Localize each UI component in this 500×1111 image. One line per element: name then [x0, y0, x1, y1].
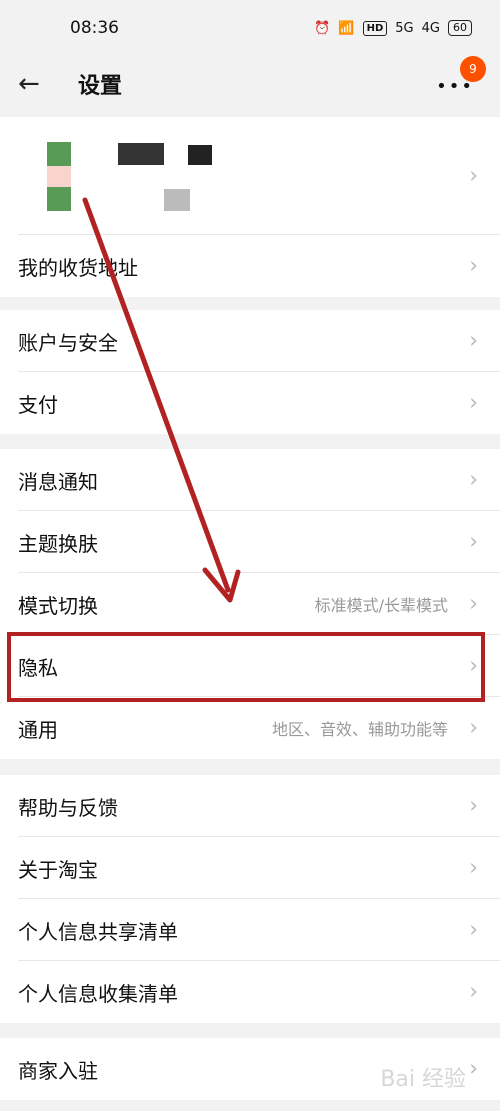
- mode-switch-row[interactable]: 模式切换 标准模式/长辈模式 ›: [0, 573, 500, 635]
- row-label: 我的收货地址: [18, 255, 138, 280]
- chevron-right-icon: ›: [469, 793, 478, 819]
- signal-icon-4g: 4G: [421, 20, 440, 36]
- address-row[interactable]: 我的收货地址 ›: [0, 235, 500, 297]
- user-name-redacted: [118, 143, 164, 165]
- avatar: [47, 166, 71, 187]
- chevron-right-icon: ›: [469, 529, 478, 555]
- row-value: 地区、音效、辅助功能等: [271, 720, 448, 739]
- about-row[interactable]: 关于淘宝 ›: [0, 837, 500, 899]
- battery-icon: 60: [448, 20, 472, 36]
- avatar: [47, 142, 71, 166]
- chevron-right-icon: ›: [469, 917, 478, 943]
- row-label: 主题换肤: [18, 531, 98, 556]
- page-title: 设置: [78, 74, 123, 99]
- profile-row[interactable]: ›: [0, 117, 500, 235]
- row-label: 支付: [18, 392, 58, 417]
- chevron-right-icon: ›: [469, 855, 478, 881]
- notification-badge: 9: [460, 56, 486, 82]
- section-account: 账户与安全 › 支付 ›: [0, 310, 500, 434]
- app-header: ← 设置 ••• 9: [0, 56, 500, 112]
- watermark-logo: Bai 经验: [380, 1067, 466, 1092]
- row-label: 商家入驻: [18, 1058, 98, 1083]
- chevron-right-icon: ›: [469, 163, 478, 189]
- share-list-row[interactable]: 个人信息共享清单 ›: [0, 899, 500, 961]
- row-label: 隐私: [18, 655, 58, 680]
- chevron-right-icon: ›: [469, 253, 478, 279]
- row-value: 标准模式/长辈模式: [314, 596, 448, 615]
- payment-row[interactable]: 支付 ›: [0, 372, 500, 434]
- general-row[interactable]: 通用 地区、音效、辅助功能等 ›: [0, 697, 500, 759]
- row-label: 个人信息共享清单: [18, 919, 178, 944]
- avatar: [47, 187, 71, 211]
- wifi-icon: 📶: [338, 20, 355, 36]
- user-name-redacted: [188, 145, 212, 165]
- chevron-right-icon: ›: [469, 390, 478, 416]
- row-label: 个人信息收集清单: [18, 981, 178, 1006]
- theme-row[interactable]: 主题换肤 ›: [0, 511, 500, 573]
- section-profile: › 我的收货地址 ›: [0, 117, 500, 297]
- chevron-right-icon: ›: [469, 1056, 478, 1082]
- hd-icon: HD: [362, 20, 388, 36]
- row-label: 模式切换: [18, 593, 98, 618]
- chevron-right-icon: ›: [469, 979, 478, 1005]
- user-id-redacted: [164, 189, 190, 211]
- chevron-right-icon: ›: [469, 467, 478, 493]
- account-security-row[interactable]: 账户与安全 ›: [0, 310, 500, 372]
- notification-row[interactable]: 消息通知 ›: [0, 449, 500, 511]
- status-bar: 08:36 ⏰ 📶 HD 5G 4G 60: [0, 0, 500, 56]
- alarm-icon: ⏰: [314, 20, 331, 36]
- row-label: 通用: [18, 717, 58, 742]
- chevron-right-icon: ›: [469, 591, 478, 617]
- back-arrow-icon[interactable]: ←: [18, 69, 60, 99]
- chevron-right-icon: ›: [469, 715, 478, 741]
- section-about: 帮助与反馈 › 关于淘宝 › 个人信息共享清单 › 个人信息收集清单 ›: [0, 775, 500, 1023]
- status-time: 08:36: [70, 18, 119, 38]
- chevron-right-icon: ›: [469, 328, 478, 354]
- signal-icon-5g: 5G: [395, 20, 414, 36]
- chevron-right-icon: ›: [469, 653, 478, 679]
- collect-list-row[interactable]: 个人信息收集清单 ›: [0, 961, 500, 1023]
- help-feedback-row[interactable]: 帮助与反馈 ›: [0, 775, 500, 837]
- row-label: 账户与安全: [18, 330, 118, 355]
- row-label: 关于淘宝: [18, 857, 98, 882]
- row-label: 帮助与反馈: [18, 795, 118, 820]
- row-label: 消息通知: [18, 469, 98, 494]
- privacy-row[interactable]: 隐私 ›: [0, 635, 500, 697]
- status-icons: ⏰ 📶 HD 5G 4G 60: [314, 20, 472, 36]
- section-preferences: 消息通知 › 主题换肤 › 模式切换 标准模式/长辈模式 › 隐私 › 通用 地…: [0, 449, 500, 759]
